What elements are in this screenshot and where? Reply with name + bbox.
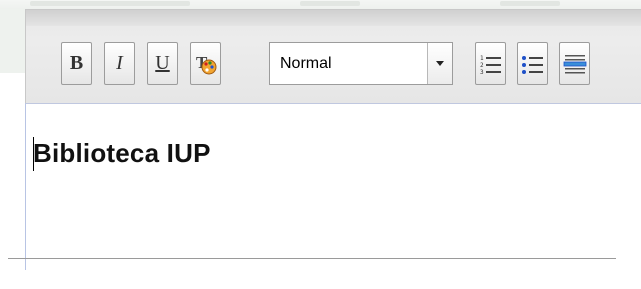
bold-icon: B xyxy=(69,52,84,74)
paragraph-format-select[interactable]: Normal xyxy=(269,42,453,85)
editor-toolbar: B I U T Normal 1 2 3 xyxy=(25,9,641,104)
text-color-button[interactable]: T xyxy=(190,42,221,85)
background-page-strip xyxy=(0,0,641,9)
ordered-list-button[interactable]: 1 2 3 xyxy=(475,42,506,85)
horizontal-rule-icon xyxy=(563,54,586,73)
background-page-fragment xyxy=(500,1,560,6)
text-color-palette-icon: T xyxy=(196,53,216,74)
editor-bottom-border xyxy=(8,258,616,259)
background-page-edge xyxy=(0,9,25,73)
ordered-list-icon: 1 2 3 xyxy=(480,55,501,75)
unordered-list-icon xyxy=(521,55,543,74)
unordered-list-button[interactable] xyxy=(517,42,548,85)
background-page-fragment xyxy=(300,1,360,6)
italic-icon: I xyxy=(116,52,123,74)
toolbar-top-band xyxy=(26,10,641,26)
format-dropdown-toggle[interactable] xyxy=(427,43,452,84)
editor-content-text: Biblioteca IUP xyxy=(33,138,211,168)
svg-text:3: 3 xyxy=(480,69,484,75)
svg-text:1: 1 xyxy=(480,55,484,62)
underline-button[interactable]: U xyxy=(147,42,178,85)
underline-icon: U xyxy=(155,52,170,74)
format-select-value: Normal xyxy=(280,55,332,72)
svg-text:2: 2 xyxy=(480,62,484,69)
horizontal-rule-button[interactable] xyxy=(559,42,590,85)
bold-button[interactable]: B xyxy=(61,42,92,85)
chevron-down-icon xyxy=(436,61,444,66)
rich-text-editor: B I U T Normal 1 2 3 Biblioteca IUP xyxy=(25,9,641,289)
background-page-fragment xyxy=(30,1,190,6)
editor-content-area[interactable]: Biblioteca IUP xyxy=(25,103,641,270)
italic-button[interactable]: I xyxy=(104,42,135,85)
